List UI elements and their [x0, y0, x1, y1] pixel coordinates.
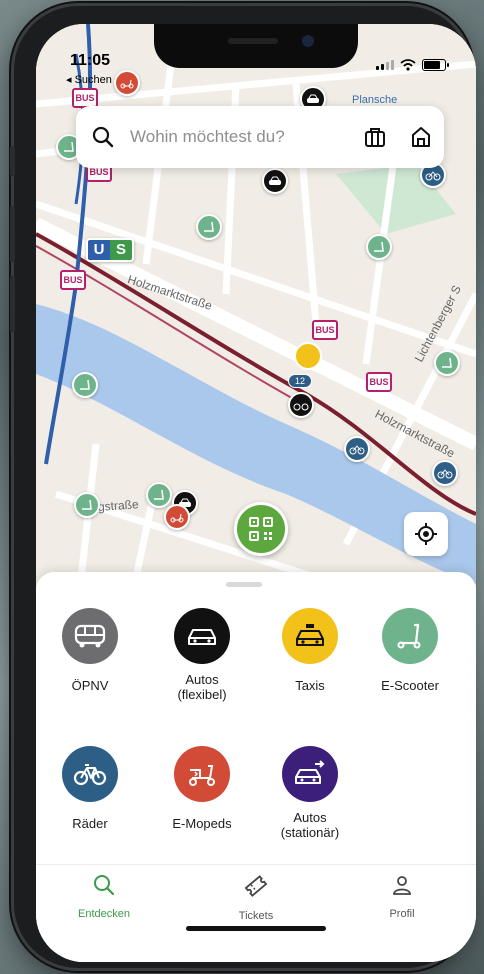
- qr-code-icon: [249, 517, 273, 541]
- mode-oepnv[interactable]: ÖPNV: [38, 608, 142, 693]
- mode-cars-flexible[interactable]: Autos (flexibel): [150, 608, 254, 702]
- scooter-marker[interactable]: [434, 350, 460, 376]
- bus-icon: [62, 608, 118, 664]
- mode-label: E-Mopeds: [172, 816, 232, 831]
- bus-stop-marker[interactable]: BUS: [60, 270, 86, 290]
- bus-stop-marker[interactable]: BUS: [312, 320, 338, 340]
- mode-bikes[interactable]: Räder: [38, 746, 142, 831]
- mode-label: Taxis: [295, 678, 325, 693]
- search-input[interactable]: Wohin möchtest du?: [130, 127, 352, 147]
- back-to-app-link[interactable]: ◂ Suchen: [66, 73, 112, 86]
- mode-label: ÖPNV: [71, 678, 109, 693]
- mute-switch: [10, 146, 15, 176]
- vehicle-count-badge: 12: [288, 374, 313, 388]
- moped-marker[interactable]: [114, 70, 140, 96]
- tab-label: Tickets: [238, 910, 274, 922]
- home-icon: [412, 127, 430, 147]
- work-shortcut-button[interactable]: [352, 126, 398, 148]
- sbahn-badge: S: [110, 240, 132, 260]
- tab-label: Entdecken: [78, 908, 130, 920]
- car-icon: [174, 608, 230, 664]
- bus-stop-marker[interactable]: BUS: [366, 372, 392, 392]
- street-label: Plansche: [352, 94, 398, 106]
- volume-up-button: [10, 206, 15, 262]
- scooter-marker[interactable]: [74, 492, 100, 518]
- street-label: gstraße: [97, 497, 140, 514]
- phone-frame: Holzmarktstraße Holzmarktstraße Lichtenb…: [10, 6, 476, 968]
- home-indicator[interactable]: [186, 926, 326, 931]
- profile-icon: [393, 876, 411, 895]
- search-icon: [76, 126, 130, 148]
- mode-taxis[interactable]: Taxis: [258, 608, 362, 693]
- qr-scan-button[interactable]: [234, 502, 288, 556]
- mode-e-mopeds[interactable]: E-Mopeds: [150, 746, 254, 831]
- car-marker[interactable]: [262, 168, 288, 194]
- sheet-grabber[interactable]: [226, 582, 262, 587]
- search-icon: [94, 875, 115, 896]
- taxi-cluster-marker[interactable]: [294, 342, 322, 370]
- app-screen: Holzmarktstraße Holzmarktstraße Lichtenb…: [36, 24, 476, 962]
- mode-label: Räder: [72, 816, 108, 831]
- bus-stop-marker[interactable]: BUS: [72, 88, 98, 108]
- ticket-icon: [244, 875, 268, 897]
- transit-station-marker[interactable]: U S: [86, 238, 134, 262]
- taxi-icon: [282, 608, 338, 664]
- scooter-marker[interactable]: [72, 372, 98, 398]
- tab-bar: Entdecken Tickets Profil: [36, 864, 476, 962]
- signal-icon: [376, 60, 394, 70]
- search-bar[interactable]: Wohin möchtest du?: [76, 106, 444, 168]
- scooter-marker[interactable]: [196, 214, 222, 240]
- bike-icon: [62, 746, 118, 802]
- battery-icon: [422, 59, 449, 71]
- moped-icon: [174, 746, 230, 802]
- tab-label: Profil: [389, 908, 415, 920]
- bike-marker[interactable]: [344, 436, 370, 462]
- wifi-icon: [400, 59, 416, 71]
- scooter-marker[interactable]: [366, 234, 392, 260]
- moped-marker[interactable]: [164, 504, 190, 530]
- status-time: 11:05: [70, 52, 111, 69]
- ubahn-badge: U: [88, 240, 110, 260]
- home-shortcut-button[interactable]: [398, 126, 444, 148]
- bike-marker[interactable]: [432, 460, 458, 486]
- tab-profil[interactable]: Profil: [342, 873, 462, 920]
- mobility-modes-sheet: ÖPNV Autos (flexibel) Taxis E-Scooter Rä…: [36, 572, 476, 962]
- mode-label: E-Scooter: [381, 678, 439, 693]
- tab-entdecken[interactable]: Entdecken: [44, 873, 164, 920]
- mode-e-scooter[interactable]: E-Scooter: [358, 608, 462, 693]
- car-return-icon: [282, 746, 338, 802]
- mode-label: Autos (stationär): [280, 810, 340, 840]
- status-bar: 11:05: [36, 24, 476, 71]
- my-location-button[interactable]: [404, 512, 448, 556]
- mode-cars-stationary[interactable]: Autos (stationär): [258, 746, 362, 840]
- briefcase-icon: [365, 128, 385, 147]
- crosshair-icon: [415, 523, 437, 545]
- scooter-marker[interactable]: [146, 482, 172, 508]
- bike-cluster-marker[interactable]: [288, 392, 314, 418]
- scooter-icon: [382, 608, 438, 664]
- volume-down-button: [10, 276, 15, 332]
- tab-tickets[interactable]: Tickets: [196, 873, 316, 922]
- mode-label: Autos (flexibel): [177, 672, 227, 702]
